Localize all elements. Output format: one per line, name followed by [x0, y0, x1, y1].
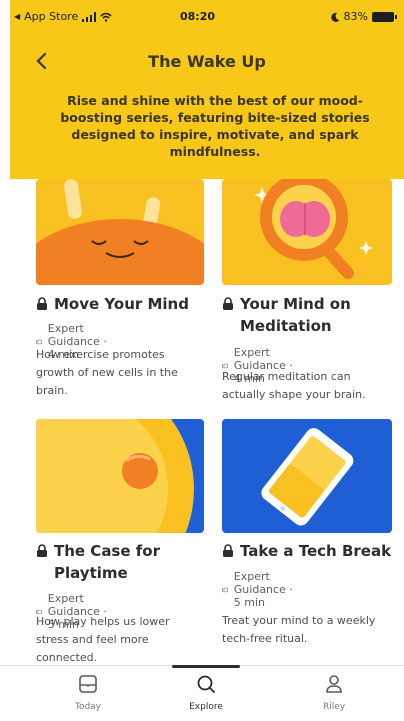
card-description: Treat your mind to a weekly tech-free ri…: [222, 614, 376, 645]
tab-today[interactable]: Today: [38, 674, 138, 712]
card-description: How exercise promotes growth of new cell…: [36, 348, 178, 397]
wifi-icon: [100, 12, 112, 22]
today-icon: [79, 675, 97, 693]
sun-ball-illustration: [36, 419, 194, 533]
guidance-icon: [36, 339, 42, 344]
status-bar: ◀ App Store 08:20 83%: [10, 0, 404, 36]
card-thumbnail: [36, 419, 204, 533]
search-icon: [197, 675, 215, 693]
tab-explore[interactable]: Explore: [156, 674, 256, 712]
page-subtitle: Rise and shine with the best of our mood…: [60, 93, 370, 159]
page-title: The Wake Up: [148, 52, 266, 71]
card-title: Your Mind on Meditation: [240, 295, 351, 335]
profile-icon: [326, 675, 342, 693]
tab-label: Riley: [322, 702, 346, 712]
card-thumbnail: [222, 419, 392, 533]
lock-icon: [37, 544, 47, 557]
phone-illustration: [261, 428, 354, 526]
card-meta: Expert Guidance · 5 min: [233, 570, 293, 609]
tab-label: Explore: [189, 702, 223, 712]
card-title: The Case for Playtime: [54, 542, 160, 582]
brain-magnifier-illustration: [254, 179, 373, 280]
active-tab-indicator: [172, 665, 240, 668]
carrier-label: App Store: [24, 10, 79, 23]
lock-icon: [37, 297, 47, 310]
signal-icon: [82, 11, 97, 22]
lock-icon: [223, 544, 233, 557]
tab-profile[interactable]: Riley: [284, 674, 384, 712]
card-thumbnail: [36, 179, 204, 285]
back-to-app-icon[interactable]: ◀: [14, 12, 20, 21]
guidance-icon: [222, 587, 228, 592]
sun-face-illustration: [36, 179, 204, 285]
battery-icon: [372, 11, 397, 22]
card-title: Move Your Mind: [54, 295, 189, 313]
tab-label: Today: [74, 702, 102, 712]
card-description: How play helps us lower stress and feel …: [36, 615, 170, 664]
tab-bar: Today Explore Riley: [0, 665, 404, 721]
moon-icon: [330, 12, 340, 22]
card-thumbnail: [222, 179, 392, 285]
clock: 08:20: [180, 10, 216, 23]
card-description: Regular meditation can actually shape yo…: [222, 370, 366, 401]
card-title: Take a Tech Break: [240, 542, 392, 560]
lock-icon: [223, 297, 233, 310]
battery-percent: 83%: [343, 10, 368, 23]
header: ◀ App Store 08:20 83% The Wake Up Rise a…: [10, 0, 404, 179]
